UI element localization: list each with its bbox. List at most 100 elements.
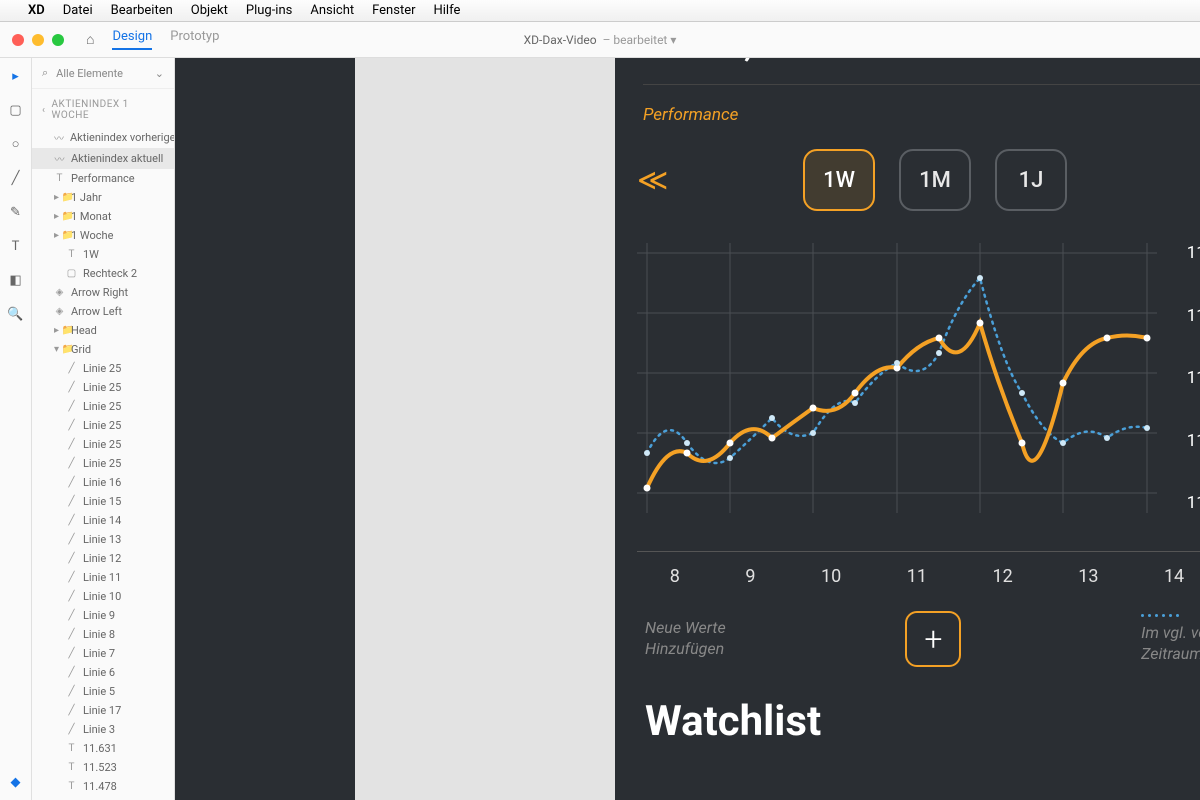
range-1m-button[interactable]: 1M xyxy=(899,149,971,211)
layer-type-icon: 〰 xyxy=(54,130,64,145)
layer-item[interactable]: 〰Aktienindex aktuell xyxy=(32,148,174,169)
chevron-left-icon[interactable]: ≪ xyxy=(627,163,678,198)
performance-title: Performance xyxy=(643,105,1200,125)
layer-label: Linie 25 xyxy=(83,381,121,394)
layer-label: Linie 8 xyxy=(83,628,115,641)
layer-item[interactable]: 〰Aktienindex vorheriger Zei… xyxy=(32,127,174,148)
layer-type-icon: ▸ 📁 xyxy=(54,211,65,222)
layer-item[interactable]: ╱Linie 9 xyxy=(32,606,174,625)
layer-type-icon: ╱ xyxy=(66,705,77,716)
rectangle-tool-icon[interactable]: ▢ xyxy=(8,102,24,118)
layer-label: Arrow Right xyxy=(71,286,128,299)
layer-item[interactable]: T11.259 xyxy=(32,796,174,800)
layer-item[interactable]: ╱Linie 15 xyxy=(32,492,174,511)
layer-label: 11.631 xyxy=(83,742,117,755)
canvas[interactable]: 1J ≫ 11.631 11.523 11.478 11.259 11.123 … xyxy=(175,58,1200,800)
layer-item[interactable]: TPerformance xyxy=(32,169,174,188)
layer-label: Linie 25 xyxy=(83,400,121,413)
ylabel: 11.478 xyxy=(1187,368,1200,388)
menu-fenster[interactable]: Fenster xyxy=(372,3,415,18)
menu-objekt[interactable]: Objekt xyxy=(191,3,228,18)
layer-item[interactable]: ◈Arrow Left xyxy=(32,302,174,321)
layer-item[interactable]: ╱Linie 7 xyxy=(32,644,174,663)
chevron-down-icon: ⌄ xyxy=(155,67,164,80)
tool-column: ▸ ▢ ○ ╱ ✎ T ◧ 🔍 ◆ xyxy=(0,58,32,800)
layer-type-icon: ╱ xyxy=(66,515,77,526)
layer-item[interactable]: ╱Linie 25 xyxy=(32,435,174,454)
layer-item[interactable]: ▸ 📁1 Monat xyxy=(32,207,174,226)
tab-design[interactable]: Design xyxy=(112,29,152,50)
select-tool-icon[interactable]: ▸ xyxy=(8,68,24,84)
layer-item[interactable]: ╱Linie 13 xyxy=(32,530,174,549)
range-1j-button[interactable]: 1J xyxy=(995,149,1067,211)
layer-type-icon: ▸ 📁 xyxy=(54,325,65,336)
chevron-right-icon[interactable]: ≫ xyxy=(1192,163,1200,198)
menu-datei[interactable]: Datei xyxy=(63,3,93,18)
layer-type-icon: ╱ xyxy=(66,477,77,488)
layer-type-icon: ▸ 📁 xyxy=(54,230,65,241)
layer-label: 1 Woche xyxy=(71,229,113,242)
layer-item[interactable]: ╱ Linie 8 xyxy=(32,625,174,644)
layer-item[interactable]: ▾ 📁Grid xyxy=(32,340,174,359)
layer-type-icon: ╱ xyxy=(66,629,77,640)
layer-label: Linie 3 xyxy=(83,723,115,736)
layer-item[interactable]: T11.523 xyxy=(32,758,174,777)
layer-item[interactable]: ╱Linie 5 xyxy=(32,682,174,701)
ylabel: 11.123 xyxy=(1187,493,1200,513)
line-tool-icon[interactable]: ╱ xyxy=(8,170,24,186)
layer-item[interactable]: ▢ Rechteck 2 xyxy=(32,264,174,283)
menu-hilfe[interactable]: Hilfe xyxy=(434,3,461,18)
layer-item[interactable]: ╱ Linie 17 xyxy=(32,701,174,720)
layer-item[interactable]: ╱Linie 14 xyxy=(32,511,174,530)
home-icon[interactable]: ⌂ xyxy=(86,31,94,48)
tab-prototype[interactable]: Prototyp xyxy=(170,29,219,50)
layer-label: Linie 6 xyxy=(83,666,115,679)
close-icon[interactable] xyxy=(12,34,24,46)
artboard-center[interactable]: 11.616,09 Performance ≪ 1W 1M 1J ≫ xyxy=(615,58,1200,800)
layer-item[interactable]: ╱Linie 10 xyxy=(32,587,174,606)
ellipse-tool-icon[interactable]: ○ xyxy=(8,136,24,152)
layer-item[interactable]: ╱Linie 25 xyxy=(32,454,174,473)
artboard-tool-icon[interactable]: ◧ xyxy=(8,272,24,288)
maximize-icon[interactable] xyxy=(52,34,64,46)
layer-item[interactable]: ╱Linie 25 xyxy=(32,416,174,435)
layer-item[interactable]: ╱Linie 3 xyxy=(32,720,174,739)
layer-item[interactable]: ◈Arrow Right xyxy=(32,283,174,302)
layers-panel: ⌕ Alle Elemente ⌄ ‹ AKTIENINDEX 1 WOCHE … xyxy=(32,58,175,800)
breadcrumb[interactable]: ‹ AKTIENINDEX 1 WOCHE xyxy=(32,89,174,127)
layer-label: Linie 17 xyxy=(83,704,121,717)
menu-bearbeiten[interactable]: Bearbeiten xyxy=(111,3,173,18)
layer-type-icon: ╱ xyxy=(66,610,77,621)
text-tool-icon[interactable]: T xyxy=(8,238,24,254)
minimize-icon[interactable] xyxy=(32,34,44,46)
document-title[interactable]: XD-Dax-Video– bearbeitet ▾ xyxy=(524,33,677,47)
add-button[interactable]: + xyxy=(905,611,961,667)
layer-item[interactable]: ╱Linie 16 xyxy=(32,473,174,492)
range-1w-button[interactable]: 1W xyxy=(803,149,875,211)
layer-item[interactable]: T1W xyxy=(32,245,174,264)
layer-item[interactable]: ▸ 📁1 Jahr xyxy=(32,188,174,207)
layer-item[interactable]: ╱Linie 11 xyxy=(32,568,174,587)
layer-item[interactable]: T11.631 xyxy=(32,739,174,758)
layer-item[interactable]: ╱Linie 25 xyxy=(32,397,174,416)
layer-item[interactable]: ╱Linie 25 xyxy=(32,378,174,397)
artboard-left[interactable]: 1J ≫ 11.631 11.523 11.478 11.259 11.123 … xyxy=(175,58,355,800)
layers-search[interactable]: ⌕ Alle Elemente ⌄ xyxy=(32,58,174,89)
app-name[interactable]: XD xyxy=(28,3,45,18)
menu-plugins[interactable]: Plug-ins xyxy=(246,3,292,18)
layer-item[interactable]: ╱Linie 25 xyxy=(32,359,174,378)
layer-item[interactable]: ╱Linie 12 xyxy=(32,549,174,568)
ylabel: 11.123 xyxy=(175,506,337,524)
layer-item[interactable]: ▸ 📁Head xyxy=(32,321,174,340)
layer-item[interactable]: T11.478 xyxy=(32,777,174,796)
menu-ansicht[interactable]: Ansicht xyxy=(310,3,354,18)
pen-tool-icon[interactable]: ✎ xyxy=(8,204,24,220)
layer-type-icon: ╱ xyxy=(66,553,77,564)
ylabel: 11.523 xyxy=(175,368,337,386)
layer-item[interactable]: ▸ 📁 1 Woche xyxy=(32,226,174,245)
layer-label: Rechteck 2 xyxy=(83,267,137,280)
layers-panel-icon[interactable]: ◆ xyxy=(8,774,24,790)
zoom-tool-icon[interactable]: 🔍 xyxy=(8,306,24,322)
layer-item[interactable]: ╱Linie 6 xyxy=(32,663,174,682)
layer-type-icon: ▢ xyxy=(66,268,77,279)
